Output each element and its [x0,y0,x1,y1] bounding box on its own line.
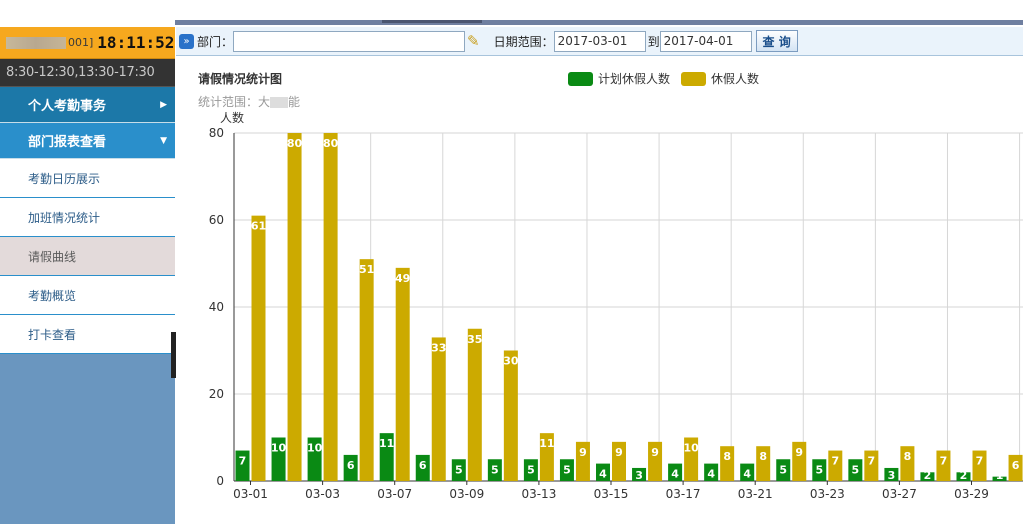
data-label-actual-03-30: 6 [1012,459,1020,472]
menu-department-reports[interactable]: 部门报表查看 ▼ [0,123,175,159]
triangle-down-icon: ▼ [160,135,167,146]
data-label-actual-03-01: 61 [251,220,266,233]
x-tick-label: 03-21 [738,487,773,501]
x-tick-label: 03-03 [305,487,340,501]
x-tick-label: 03-23 [810,487,845,501]
x-tick-label: 03-29 [954,487,989,501]
triangle-right-icon: ▶ [160,99,167,110]
data-label-actual-03-08: 33 [431,341,446,354]
x-tick-label: 03-27 [882,487,917,501]
data-label-planned-03-03: 10 [307,442,323,455]
menu-department-label: 部门报表查看 [28,135,107,150]
menu-personal-attendance[interactable]: 个人考勤事务 ▶ [0,87,175,123]
bar-actual-03-02 [287,133,302,481]
data-label-actual-03-28: 7 [940,455,948,468]
data-label-actual-03-09: 35 [467,333,482,346]
bar-actual-03-01 [251,215,266,481]
top-strip [0,0,1023,27]
y-tick-label: 60 [209,213,224,227]
x-tick-label: 03-01 [233,487,268,501]
data-label-planned-03-22: 5 [779,463,787,476]
clock: 18:11:52 [97,33,175,52]
x-tick-label: 03-15 [594,487,629,501]
sidebar-item-attendance-calendar[interactable]: 考勤日历展示 [0,159,175,198]
bar-actual-03-09 [467,328,482,481]
data-label-planned-03-29: 2 [960,469,968,482]
data-label-planned-03-30: 1 [996,469,1004,482]
top-tab-indicator [382,20,482,23]
data-label-actual-03-22: 9 [795,446,803,459]
data-label-actual-03-14: 9 [579,446,587,459]
bar-actual-03-10 [503,350,518,481]
y-tick-label: 80 [209,126,224,140]
data-label-planned-03-24: 5 [852,463,860,476]
bar-actual-03-07 [395,267,410,481]
data-label-actual-03-23: 7 [831,455,839,468]
data-label-planned-03-16: 3 [635,469,643,482]
sidebar-item-punch-records[interactable]: 打卡查看 [0,315,175,354]
data-label-planned-03-06: 6 [347,459,355,472]
data-label-planned-03-10: 5 [491,463,499,476]
data-label-planned-03-20: 4 [707,468,715,481]
sidebar-item-attendance-overview[interactable]: 考勤概览 [0,276,175,315]
data-label-actual-03-16: 9 [651,446,659,459]
data-label-actual-03-20: 8 [723,450,731,463]
data-label-actual-03-13: 11 [539,437,554,450]
y-tick-label: 40 [209,300,224,314]
data-label-planned-03-21: 4 [743,468,751,481]
x-tick-label: 03-13 [521,487,556,501]
data-label-planned-03-08: 6 [419,459,427,472]
data-label-actual-03-17: 10 [683,442,699,455]
data-label-planned-03-14: 5 [563,463,571,476]
data-label-planned-03-17: 4 [671,468,679,481]
leave-bar-chart: 0204060807611080108065111496335355305115… [209,126,1023,501]
shift-hours: 8:30-12:30,13:30-17:30 [0,59,175,87]
bar-actual-03-08 [431,337,446,481]
data-label-planned-03-01: 7 [239,455,247,468]
sidebar-item-overtime-stats[interactable]: 加班情况统计 [0,198,175,237]
main-panel: » 部门： ✎ 日期范围： 到 查 询 请假情况统计图 统计范围：大能 人数 计… [176,27,1023,524]
sidebar-item-leave-curve[interactable]: 请假曲线 [0,237,175,276]
data-label-actual-03-06: 51 [359,263,374,276]
menu-personal-label: 个人考勤事务 [28,99,107,114]
data-label-actual-03-10: 30 [503,355,519,368]
data-label-actual-03-07: 49 [395,272,410,285]
data-label-planned-03-28: 2 [924,469,932,482]
data-label-actual-03-02: 80 [287,137,303,150]
data-label-actual-03-24: 7 [868,455,876,468]
data-label-planned-03-15: 4 [599,468,607,481]
x-tick-label: 03-17 [666,487,701,501]
data-label-actual-03-21: 8 [759,450,767,463]
data-label-planned-03-23: 5 [815,463,823,476]
sidebar: 001] 18:11:52 8:30-12:30,13:30-17:30 个人考… [0,27,175,524]
user-name-redacted [6,36,66,49]
x-tick-label: 03-09 [449,487,484,501]
data-label-planned-03-13: 5 [527,463,535,476]
y-tick-label: 20 [209,387,224,401]
bar-actual-03-06 [359,259,374,481]
clock-row: 001] 18:11:52 [0,27,175,59]
x-tick-label: 03-07 [377,487,412,501]
data-label-actual-03-27: 8 [904,450,912,463]
y-tick-label: 0 [216,474,224,488]
data-label-planned-03-27: 3 [888,469,896,482]
user-id: 001] [68,36,94,49]
header-divider [175,20,1023,25]
data-label-planned-03-09: 5 [455,463,463,476]
data-label-actual-03-15: 9 [615,446,623,459]
data-label-actual-03-03: 80 [323,137,339,150]
bar-actual-03-03 [323,133,338,481]
data-label-planned-03-07: 11 [379,437,394,450]
data-label-actual-03-29: 7 [976,455,984,468]
data-label-planned-03-02: 10 [271,442,287,455]
